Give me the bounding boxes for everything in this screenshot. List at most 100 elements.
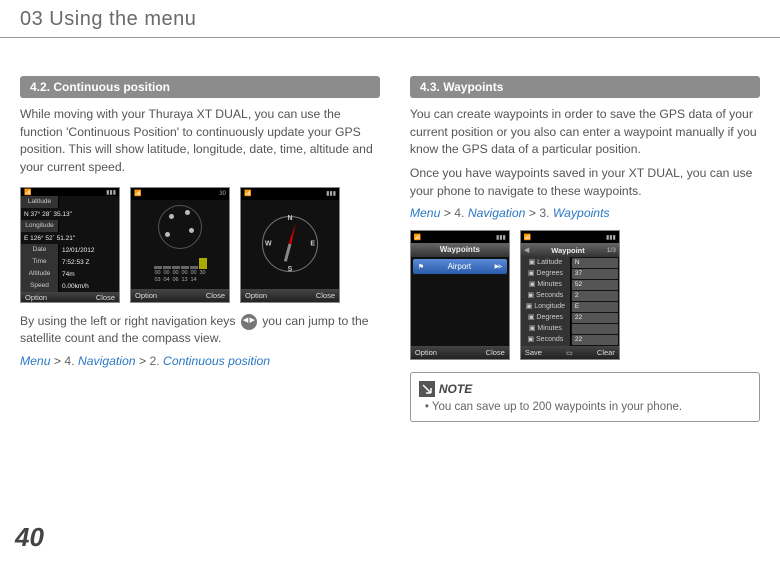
- softkey-bar: Save ▭ Clear: [521, 346, 619, 359]
- page-number: 40: [15, 522, 44, 553]
- waypoint-list-item: ⚑ Airport ▶▶: [413, 259, 507, 274]
- signal-icon: 📶: [134, 190, 141, 197]
- battery-icon: ▮▮▮: [106, 189, 116, 196]
- row-value: 74m: [59, 271, 119, 278]
- data-row: Longitude: [21, 220, 119, 232]
- field-row: ▣ LatitudeN: [521, 257, 619, 268]
- book-icon: ▭: [566, 349, 573, 357]
- sat-value: 30: [199, 270, 207, 276]
- text-fragment: By using the left or right navigation ke…: [20, 314, 239, 328]
- field-value: E: [572, 302, 618, 312]
- field-label: ▣ Seconds: [521, 334, 571, 346]
- softkey-right: Close: [96, 293, 115, 302]
- battery-icon: ▮▮▮: [496, 234, 506, 241]
- data-row: Date12/01/2012: [21, 244, 119, 256]
- softkey-bar: Option Close: [241, 289, 339, 302]
- compass-w: W: [265, 241, 272, 248]
- field-value: N: [572, 258, 618, 268]
- sat-value: 00: [163, 270, 171, 276]
- nav-link: Continuous position: [163, 354, 270, 368]
- sat-value: 00: [172, 270, 180, 276]
- field-value: [572, 324, 618, 334]
- softkey-bar: Option Close: [411, 346, 509, 359]
- nav-link: Menu: [410, 206, 441, 220]
- chapter-title: 03 Using the menu: [20, 8, 760, 31]
- sat-value: 00: [154, 270, 162, 276]
- screen-title-bar: ◀ Waypoint 1/3: [521, 243, 619, 257]
- row-value: 7:52:53 Z: [59, 259, 119, 266]
- row-value: 0.00km/h: [59, 283, 119, 290]
- battery-icon: ▮▮▮: [606, 234, 616, 241]
- nav-link: Navigation: [468, 206, 526, 220]
- phone-screenshot-position: 📶 ▮▮▮ LatitudeN 37° 28´ 35.13"LongitudeE…: [20, 187, 120, 303]
- screen-title: Waypoints: [411, 243, 509, 257]
- phone-screenshot-waypoints-list: 📶 ▮▮▮ Waypoints ⚑ Airport ▶▶ Option Clos…: [410, 230, 510, 360]
- row-label: Latitude: [21, 196, 59, 208]
- field-row: ▣ Seconds22: [521, 334, 619, 345]
- row-label: Speed: [21, 280, 59, 292]
- status-bar: 📶 ▮▮▮: [411, 231, 509, 243]
- softkey-bar: Option Close: [21, 292, 119, 301]
- data-row: Latitude: [21, 196, 119, 208]
- note-item: You can save up to 200 waypoints in your…: [419, 401, 747, 413]
- compass-n: N: [287, 215, 292, 222]
- sat-id: 04: [163, 277, 171, 283]
- compass-e: E: [310, 241, 315, 248]
- screen-title: Waypoint: [551, 246, 584, 255]
- field-row: ▣ LongitudeE: [521, 301, 619, 312]
- row-value: N 37° 28´ 35.13": [21, 211, 119, 218]
- section-heading-4-3: 4.3. Waypoints: [410, 76, 760, 98]
- softkey-left: Save: [525, 348, 542, 357]
- field-value: 22: [572, 335, 618, 345]
- softkey-left: Option: [25, 293, 47, 302]
- data-row: Altitude74m: [21, 268, 119, 280]
- screenshot-row: 📶 ▮▮▮ Waypoints ⚑ Airport ▶▶ Option Clos…: [410, 230, 760, 360]
- count-badge: 30: [219, 191, 226, 197]
- data-row: Speed0.00km/h: [21, 280, 119, 292]
- field-row: ▣ Degrees22: [521, 312, 619, 323]
- compass-needle-icon: [289, 223, 298, 245]
- empty-area: [411, 276, 509, 346]
- softkey-left: Option: [245, 291, 267, 300]
- phone-screenshot-satellite: 📶 30 000000000030: [130, 187, 230, 303]
- signal-icon: 📶: [24, 189, 31, 196]
- compass-view: N S E W: [241, 200, 339, 289]
- page-content: 4.2. Continuous position While moving wi…: [0, 38, 780, 442]
- softkey-left: Option: [135, 291, 157, 300]
- note-arrow-icon: [419, 381, 435, 397]
- sat-value: 00: [181, 270, 189, 276]
- column-left: 4.2. Continuous position While moving wi…: [20, 76, 380, 422]
- satellite-circle: [158, 205, 202, 249]
- page-header: 03 Using the menu: [0, 0, 780, 38]
- phone-screenshot-waypoint-entry: 📶 ▮▮▮ ◀ Waypoint 1/3 ▣ LatitudeN▣ Degree…: [520, 230, 620, 360]
- nav-number: 4.: [64, 354, 74, 368]
- sat-id: 13: [181, 277, 189, 283]
- nav-link: Menu: [20, 354, 51, 368]
- softkey-left: Option: [415, 348, 437, 357]
- softkey-right: Clear: [597, 348, 615, 357]
- field-value: 22: [572, 313, 618, 323]
- nav-link: Waypoints: [553, 206, 610, 220]
- play-icon: ▶▶: [495, 263, 502, 270]
- sat-id: 14: [190, 277, 198, 283]
- status-bar: 📶 30: [131, 188, 229, 200]
- waypoint-fields: ▣ LatitudeN▣ Degrees37▣ Minutes52▣ Secon…: [521, 257, 619, 346]
- compass: N S E W: [262, 216, 318, 272]
- satellite-ids: 0304061314: [154, 277, 207, 283]
- status-bar: 📶 ▮▮▮: [521, 231, 619, 243]
- screenshot-row: 📶 ▮▮▮ Latitude N 37° 28´ 35.13" Longitude E…: [20, 187, 380, 303]
- nav-left-right-icon: [241, 314, 257, 330]
- nav-number: 4.: [454, 206, 464, 220]
- field-row: ▣ Minutes52: [521, 279, 619, 290]
- nav-number: 3.: [539, 206, 549, 220]
- signal-icon: 📶: [524, 234, 531, 241]
- waypoint-name: Airport: [448, 262, 472, 271]
- data-row: N 37° 28´ 35.13": [21, 208, 119, 220]
- field-value: 52: [572, 280, 618, 290]
- paragraph: You can create waypoints in order to sav…: [410, 106, 760, 159]
- note-box: NOTE You can save up to 200 waypoints in…: [410, 372, 760, 422]
- softkey-right: Close: [206, 291, 225, 300]
- satellite-values: 000000000030: [154, 270, 207, 276]
- sat-id: [199, 277, 207, 283]
- field-value: 2: [572, 291, 618, 301]
